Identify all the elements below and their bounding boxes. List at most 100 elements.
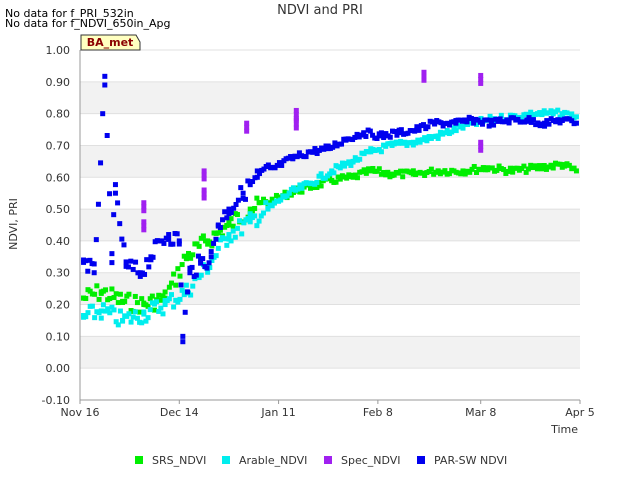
data-point	[128, 319, 134, 325]
data-point	[488, 120, 494, 126]
data-point	[299, 185, 305, 191]
x-tick-label: Mar 8	[465, 406, 496, 419]
data-point	[180, 339, 186, 345]
data-point	[201, 176, 207, 182]
legend-label: SRS_NDVI	[152, 454, 206, 467]
y-tick-label: 0.40	[46, 235, 71, 248]
data-point	[329, 177, 335, 183]
data-point	[339, 141, 345, 147]
data-point	[374, 135, 380, 141]
data-point	[550, 165, 556, 171]
legend-swatch	[222, 456, 230, 464]
y-axis-label: NDVI, PRI	[7, 198, 20, 250]
data-point	[261, 210, 267, 216]
data-point	[254, 195, 260, 201]
data-point	[162, 302, 168, 308]
data-point	[484, 117, 490, 123]
data-point	[435, 168, 441, 174]
data-point	[196, 243, 202, 249]
data-point	[471, 163, 477, 169]
data-point	[142, 271, 148, 277]
data-point	[115, 322, 121, 328]
data-point	[564, 110, 570, 116]
site-badge-label: BA_met	[87, 36, 134, 49]
data-point	[226, 222, 232, 228]
data-point	[478, 147, 484, 153]
data-point	[233, 201, 239, 207]
data-point	[113, 291, 119, 297]
data-point	[425, 124, 431, 130]
data-point	[100, 111, 106, 117]
data-point	[546, 121, 552, 127]
data-point	[132, 309, 138, 315]
data-point	[158, 305, 164, 311]
data-point	[318, 183, 324, 189]
data-point	[92, 315, 98, 321]
x-tick-label: Jan 11	[260, 406, 295, 419]
data-point	[534, 165, 540, 171]
data-point	[534, 111, 540, 117]
data-point	[228, 216, 234, 222]
data-point	[159, 238, 165, 244]
data-point	[286, 190, 292, 196]
data-point	[139, 296, 145, 302]
data-point	[378, 149, 384, 155]
data-point	[190, 252, 196, 258]
data-point	[208, 249, 214, 255]
data-point	[151, 307, 157, 313]
data-point	[104, 133, 110, 139]
data-point	[237, 218, 243, 224]
data-point	[115, 300, 121, 306]
data-point	[109, 260, 115, 266]
data-point	[314, 179, 320, 185]
data-point	[400, 174, 406, 180]
data-point	[100, 302, 106, 308]
data-point	[102, 73, 108, 79]
data-point	[559, 111, 565, 117]
data-point	[81, 257, 87, 263]
data-point	[189, 264, 195, 270]
data-point	[182, 309, 188, 315]
data-point	[89, 303, 95, 309]
data-point	[254, 174, 260, 180]
data-point	[333, 179, 339, 185]
data-point	[85, 268, 91, 274]
data-point	[204, 265, 210, 271]
data-point	[173, 282, 179, 288]
data-point	[240, 190, 246, 196]
data-point	[542, 120, 548, 126]
x-tick-label: Apr 5	[565, 406, 595, 419]
data-point	[123, 259, 129, 265]
data-point	[424, 138, 430, 144]
data-point	[179, 287, 185, 293]
data-point	[130, 314, 136, 320]
data-point	[183, 282, 189, 288]
ndvi-pri-chart: -0.100.000.100.200.300.400.500.600.700.8…	[7, 34, 595, 467]
data-point	[378, 133, 384, 139]
data-point	[232, 234, 238, 240]
data-point	[478, 80, 484, 86]
data-point	[123, 263, 129, 269]
data-point	[193, 272, 199, 278]
data-point	[154, 299, 160, 305]
data-point	[387, 134, 393, 140]
x-tick-label: Nov 16	[61, 406, 100, 419]
grid-band	[80, 209, 580, 241]
y-tick-label: 1.00	[46, 44, 71, 57]
data-point	[254, 223, 260, 229]
data-point	[325, 146, 331, 152]
data-point	[226, 232, 232, 238]
data-point	[198, 272, 204, 278]
data-point	[200, 233, 206, 239]
data-point	[171, 304, 177, 310]
data-point	[98, 289, 104, 295]
data-point	[85, 310, 91, 316]
data-point	[130, 266, 136, 272]
data-point	[213, 253, 219, 259]
data-point	[244, 128, 250, 134]
data-point	[160, 311, 166, 317]
data-point	[141, 227, 147, 233]
data-point	[187, 270, 193, 276]
data-point	[120, 317, 126, 323]
data-point	[414, 127, 420, 133]
